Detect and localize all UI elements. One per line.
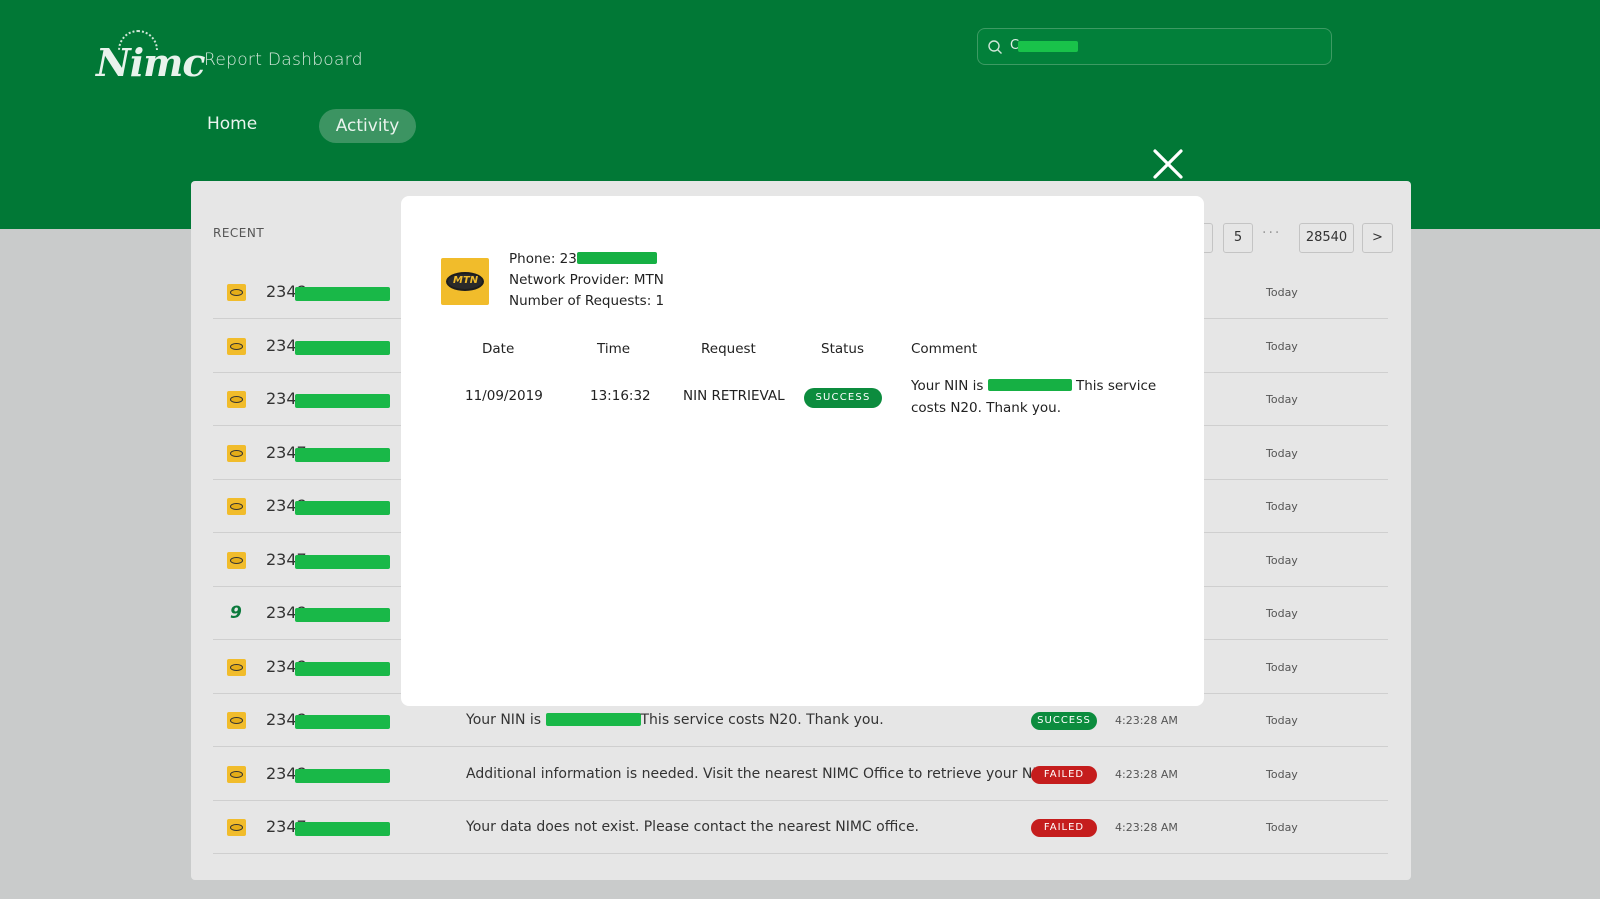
redaction-mark xyxy=(295,394,390,408)
col-header-request: Request xyxy=(701,341,756,357)
col-header-comment: Comment xyxy=(911,341,978,357)
status-badge: SUCCESS xyxy=(804,388,882,408)
recent-label: RECENT xyxy=(213,226,265,240)
pager-ellipsis: ··· xyxy=(1262,225,1282,241)
redaction-mark xyxy=(295,287,390,301)
row-phone: 234 xyxy=(266,389,297,408)
mtn-icon xyxy=(227,551,246,569)
redaction-mark xyxy=(295,447,390,462)
col-header-status: Status xyxy=(821,341,865,357)
comment-text-after: This service costs N20. Thank you. xyxy=(640,712,884,728)
col-header-date: Date xyxy=(482,341,515,357)
table-row[interactable]: 2348 Additional information is needed. Vi… xyxy=(213,748,1388,801)
row-day: Today xyxy=(1266,821,1298,834)
row-comment: Your data does not exist. Please contact… xyxy=(466,819,920,835)
mtn-icon xyxy=(227,819,246,836)
redaction-mark xyxy=(1018,41,1078,52)
nav-activity[interactable]: Activity xyxy=(319,109,416,143)
comment-text-before: Your NIN is xyxy=(466,712,546,728)
close-icon[interactable] xyxy=(1152,148,1184,180)
number-of-requests: Number of Requests: 1 xyxy=(509,293,665,309)
row-day: Today xyxy=(1266,607,1298,620)
status-badge: FAILED xyxy=(1031,765,1097,784)
phone-label: Phone: 23 xyxy=(509,251,577,267)
request-detail-modal: MTN Phone: 23 Network Provider: MTN Numb… xyxy=(401,196,1204,706)
row-time: 4:23:28 AM xyxy=(1115,714,1178,727)
9mobile-icon: 9 xyxy=(230,603,242,623)
row-time: 4:23:28 AM xyxy=(1115,767,1178,781)
row-day: Today xyxy=(1266,393,1298,406)
pager-last-page[interactable]: 28540 xyxy=(1299,223,1354,253)
mtn-icon xyxy=(227,284,246,301)
row-day: Today xyxy=(1266,500,1298,513)
logo-text: Nimc xyxy=(96,40,206,85)
mtn-logo-text: MTN xyxy=(453,275,479,286)
mtn-icon xyxy=(227,444,246,462)
nimc-logo[interactable]: Nimc xyxy=(96,30,206,90)
redaction-mark xyxy=(295,501,390,515)
record-date: 11/09/2019 xyxy=(465,388,543,404)
redaction-mark xyxy=(545,713,641,726)
record-request: NIN RETRIEVAL xyxy=(683,388,785,404)
redaction-mark xyxy=(295,340,390,355)
mtn-icon xyxy=(227,337,246,355)
pager-next-button[interactable]: > xyxy=(1362,223,1393,253)
mtn-icon xyxy=(227,391,246,408)
mtn-icon xyxy=(227,765,246,783)
redaction-mark xyxy=(576,252,657,264)
status-badge: SUCCESS xyxy=(1031,712,1097,730)
row-phone: 234 xyxy=(266,335,297,355)
redaction-mark xyxy=(295,661,390,676)
row-time: 4:23:28 AM xyxy=(1115,821,1178,834)
mtn-icon xyxy=(227,658,246,676)
row-day: Today xyxy=(1266,553,1298,567)
search-icon xyxy=(988,40,1002,54)
row-day: Today xyxy=(1266,714,1298,727)
phone-line: Phone: 23 xyxy=(509,251,657,267)
network-provider: Network Provider: MTN xyxy=(509,272,664,288)
redaction-mark xyxy=(295,554,390,569)
mtn-icon xyxy=(227,498,246,515)
row-comment: Additional information is needed. Visit … xyxy=(466,765,1052,782)
nav-home[interactable]: Home xyxy=(207,114,257,134)
row-day: Today xyxy=(1266,286,1298,299)
table-row[interactable]: 2347 Your data does not exist. Please con… xyxy=(213,801,1388,854)
mtn-logo-icon: MTN xyxy=(441,258,489,305)
row-day: Today xyxy=(1266,767,1298,781)
comment-text-before: Your NIN is xyxy=(911,378,988,394)
page-title: Report Dashboard xyxy=(204,50,363,70)
row-day: Today xyxy=(1266,339,1298,353)
row-comment: Your NIN is This service costs N20. Than… xyxy=(466,712,884,728)
record-comment: Your NIN is This service costs N20. Than… xyxy=(911,376,1173,419)
status-badge: FAILED xyxy=(1031,819,1097,837)
redaction-mark xyxy=(295,715,390,729)
search-input[interactable]: C xyxy=(977,28,1332,65)
redaction-mark xyxy=(295,822,390,836)
redaction-mark xyxy=(295,608,390,622)
redaction-mark xyxy=(295,768,390,783)
redaction-mark xyxy=(987,379,1072,391)
pager-page-5[interactable]: 5 xyxy=(1223,223,1253,253)
record-time: 13:16:32 xyxy=(590,388,651,404)
row-day: Today xyxy=(1266,660,1298,674)
col-header-time: Time xyxy=(597,341,631,357)
row-day: Today xyxy=(1266,446,1298,460)
mtn-icon xyxy=(227,712,246,729)
